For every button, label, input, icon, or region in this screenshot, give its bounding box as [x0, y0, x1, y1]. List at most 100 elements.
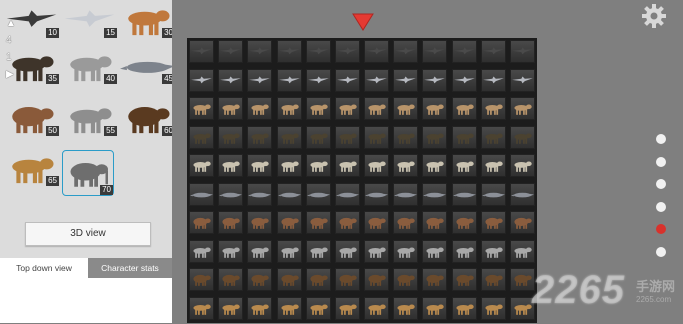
- grid-cell-wolf[interactable]: [189, 154, 214, 177]
- grid-cell-fox[interactable]: [393, 97, 419, 120]
- grid-cell-eagle[interactable]: [364, 40, 389, 63]
- grid-cell-rhino[interactable]: [218, 239, 244, 263]
- 3d-view-button[interactable]: 3D view: [25, 222, 151, 246]
- page-dot[interactable]: [656, 179, 666, 189]
- grid-cell-lion[interactable]: [276, 296, 302, 320]
- grid-cell-fox[interactable]: [509, 97, 535, 120]
- grid-cell-fox[interactable]: [218, 97, 244, 120]
- grid-cell-crocodile[interactable]: [509, 182, 535, 206]
- grid-cell-boar[interactable]: [305, 125, 331, 149]
- grid-cell-seagull[interactable]: [276, 68, 302, 92]
- animal-tile-seagull[interactable]: 15: [62, 2, 117, 38]
- grid-cell-hippo[interactable]: [218, 211, 244, 234]
- grid-cell-seagull[interactable]: [334, 68, 360, 92]
- grid-cell-wolf[interactable]: [393, 154, 419, 177]
- grid-cell-lion[interactable]: [451, 296, 477, 320]
- grid-cell-rhino[interactable]: [480, 239, 506, 263]
- grid-cell-seagull[interactable]: [189, 68, 214, 92]
- grid-cell-crocodile[interactable]: [364, 182, 389, 206]
- position-marker-icon[interactable]: [352, 13, 374, 31]
- grid-cell-lion[interactable]: [305, 296, 331, 320]
- grid-cell-rhino[interactable]: [334, 239, 360, 263]
- grid-cell-eagle[interactable]: [218, 40, 244, 63]
- grid-cell-boar[interactable]: [218, 125, 244, 149]
- grid-cell-seagull[interactable]: [218, 68, 244, 92]
- grid-cell-crocodile[interactable]: [422, 182, 448, 206]
- grid-cell-rhino[interactable]: [189, 239, 214, 263]
- grid-cell-seagull[interactable]: [364, 68, 389, 92]
- grid-cell-hippo[interactable]: [276, 211, 302, 234]
- grid-cell-seagull[interactable]: [393, 68, 419, 92]
- grid-cell-bear[interactable]: [276, 268, 302, 291]
- grid-cell-bear[interactable]: [247, 268, 273, 291]
- grid-cell-hippo[interactable]: [451, 211, 477, 234]
- grid-cell-wolf[interactable]: [247, 154, 273, 177]
- grid-cell-wolf[interactable]: [218, 154, 244, 177]
- grid-cell-eagle[interactable]: [305, 40, 331, 63]
- grid-cell-rhino[interactable]: [422, 239, 448, 263]
- grid-cell-fox[interactable]: [247, 97, 273, 120]
- grid-cell-fox[interactable]: [422, 97, 448, 120]
- grid-cell-seagull[interactable]: [509, 68, 535, 92]
- grid-cell-eagle[interactable]: [509, 40, 535, 63]
- grid-cell-crocodile[interactable]: [218, 182, 244, 206]
- grid-cell-boar[interactable]: [247, 125, 273, 149]
- grid-cell-wolf[interactable]: [364, 154, 389, 177]
- animal-tile-elephant[interactable]: 70: [62, 150, 114, 196]
- animal-tile-crocodile[interactable]: 45: [120, 48, 172, 84]
- grid-cell-hippo[interactable]: [247, 211, 273, 234]
- grid-cell-boar[interactable]: [334, 125, 360, 149]
- animal-tile-bear[interactable]: 60: [120, 100, 172, 136]
- grid-cell-lion[interactable]: [189, 296, 214, 320]
- grid-cell-seagull[interactable]: [451, 68, 477, 92]
- animal-tile-rhino[interactable]: 55: [62, 100, 117, 136]
- grid-cell-wolf[interactable]: [451, 154, 477, 177]
- page-dot[interactable]: [656, 246, 666, 257]
- grid-cell-rhino[interactable]: [305, 239, 331, 263]
- grid-cell-rhino[interactable]: [393, 239, 419, 263]
- grid-cell-rhino[interactable]: [509, 239, 535, 263]
- grid-cell-bear[interactable]: [189, 268, 214, 291]
- animal-tile-lion[interactable]: 65: [4, 150, 59, 186]
- grid-cell-bear[interactable]: [364, 268, 389, 291]
- grid-cell-boar[interactable]: [364, 125, 389, 149]
- grid-cell-lion[interactable]: [247, 296, 273, 320]
- grid-cell-fox[interactable]: [364, 97, 389, 120]
- grid-cell-wolf[interactable]: [509, 154, 535, 177]
- grid-cell-rhino[interactable]: [364, 239, 389, 263]
- page-dot[interactable]: [656, 201, 666, 212]
- grid-cell-crocodile[interactable]: [305, 182, 331, 206]
- tab-character-stats[interactable]: Character stats: [88, 258, 172, 278]
- grid-cell-lion[interactable]: [393, 296, 419, 320]
- grid-cell-bear[interactable]: [393, 268, 419, 291]
- grid-cell-boar[interactable]: [189, 125, 214, 149]
- grid-cell-fox[interactable]: [451, 97, 477, 120]
- grid-cell-wolf[interactable]: [422, 154, 448, 177]
- grid-cell-lion[interactable]: [364, 296, 389, 320]
- grid-cell-hippo[interactable]: [189, 211, 214, 234]
- grid-cell-eagle[interactable]: [189, 40, 214, 63]
- grid-cell-fox[interactable]: [334, 97, 360, 120]
- grid-cell-crocodile[interactable]: [480, 182, 506, 206]
- grid-cell-lion[interactable]: [334, 296, 360, 320]
- grid-cell-hippo[interactable]: [422, 211, 448, 234]
- grid-cell-bear[interactable]: [218, 268, 244, 291]
- grid-cell-eagle[interactable]: [451, 40, 477, 63]
- grid-cell-eagle[interactable]: [334, 40, 360, 63]
- grid-cell-seagull[interactable]: [247, 68, 273, 92]
- tab-top-down-view[interactable]: Top down view: [0, 258, 88, 278]
- grid-cell-boar[interactable]: [422, 125, 448, 149]
- grid-cell-bear[interactable]: [480, 268, 506, 291]
- grid-cell-bear[interactable]: [451, 268, 477, 291]
- grid-cell-fox[interactable]: [276, 97, 302, 120]
- grid-cell-crocodile[interactable]: [393, 182, 419, 206]
- page-dot-active[interactable]: [656, 224, 666, 234]
- grid-cell-hippo[interactable]: [364, 211, 389, 234]
- grid-cell-fox[interactable]: [305, 97, 331, 120]
- grid-cell-rhino[interactable]: [451, 239, 477, 263]
- animal-tile-hippo[interactable]: 50: [4, 100, 59, 136]
- animal-tile-eagle[interactable]: 10: [4, 2, 59, 38]
- grid-cell-bear[interactable]: [422, 268, 448, 291]
- settings-gear-icon[interactable]: [641, 3, 667, 29]
- grid-cell-rhino[interactable]: [276, 239, 302, 263]
